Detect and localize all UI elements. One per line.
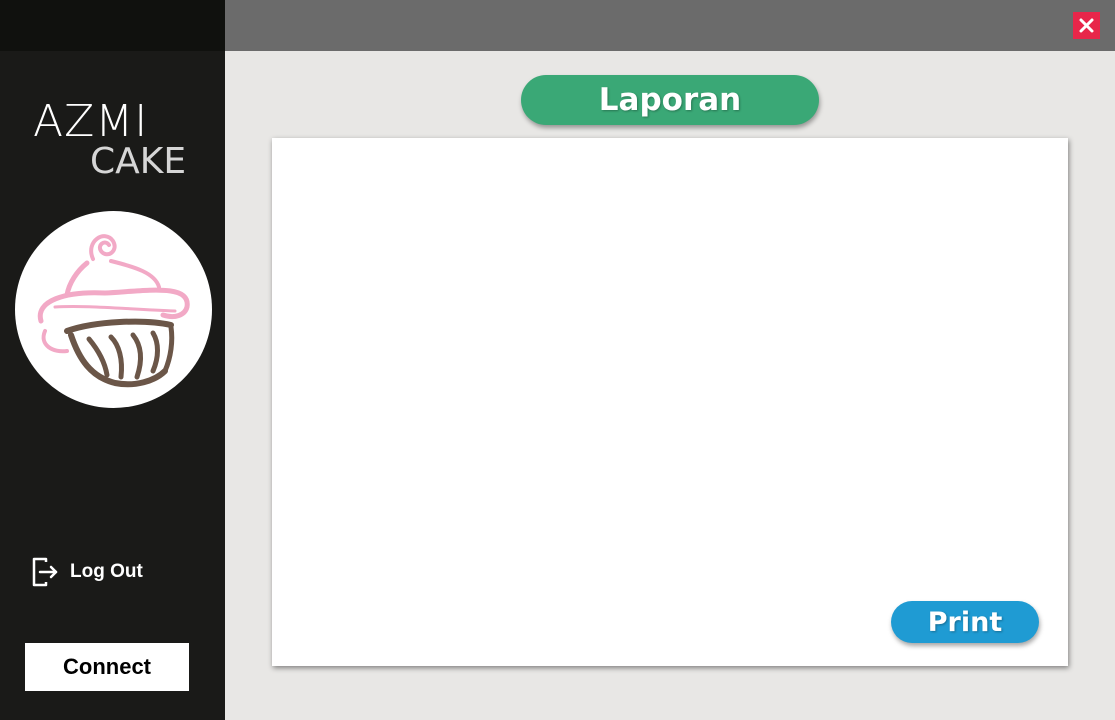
brand-name-line2: CAKE xyxy=(90,141,187,182)
logout-label: Log Out xyxy=(70,561,143,582)
logout-icon xyxy=(32,557,58,587)
sidebar: AZMI CAKE Log Out Connect xyxy=(0,0,225,720)
page-title: Laporan xyxy=(521,75,819,125)
close-button[interactable] xyxy=(1073,12,1100,39)
logout-button[interactable]: Log Out xyxy=(30,556,143,588)
connect-button[interactable]: Connect xyxy=(25,643,189,691)
report-viewer xyxy=(272,138,1068,666)
sidebar-header xyxy=(0,0,225,51)
close-icon xyxy=(1079,18,1094,33)
brand-logo xyxy=(15,211,212,408)
print-button[interactable]: Print xyxy=(891,601,1039,643)
app-window: AZMI CAKE Log Out Connect Laporan Print xyxy=(0,0,1115,720)
cupcake-logo-icon xyxy=(37,234,190,388)
title-bar xyxy=(225,0,1115,51)
